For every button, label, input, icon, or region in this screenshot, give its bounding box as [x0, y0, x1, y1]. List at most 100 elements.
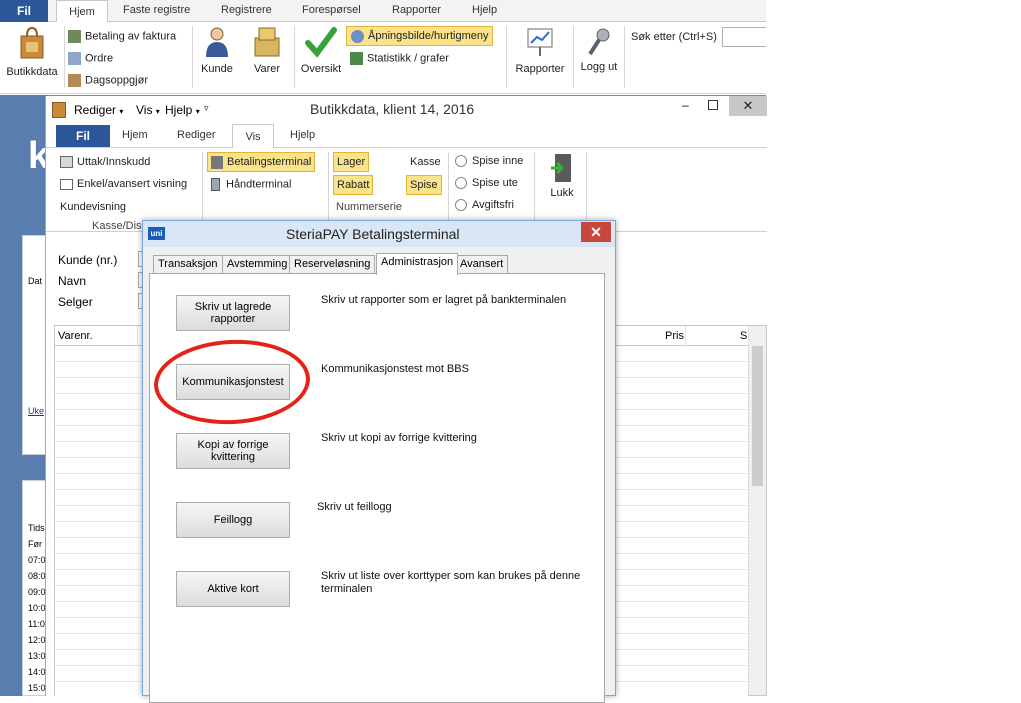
butikkdata-button[interactable]: Butikkdata [2, 26, 62, 78]
qat-rediger[interactable]: Rediger ▾ [74, 103, 123, 117]
oversikt-button[interactable]: Oversikt [298, 26, 344, 75]
aktive-kort-desc: Skriv ut liste over korttyper som kan br… [321, 570, 581, 595]
kommunikasjonstest-desc: Kommunikasjonstest mot BBS [321, 363, 469, 375]
side-label-uke[interactable]: Uke [28, 406, 44, 416]
kasse-button[interactable]: Kasse [410, 156, 441, 168]
feillogg-button[interactable]: Feillogg [176, 502, 290, 538]
logg-ut-label: Logg ut [580, 61, 618, 73]
chevron-down-icon: ▾ [119, 107, 124, 116]
col-varenr: Varenr. [58, 330, 93, 342]
scrollbar-thumb[interactable] [752, 346, 763, 486]
ribbon-separator [64, 26, 65, 88]
radio-icon [455, 177, 467, 190]
ribbon-separator [328, 152, 329, 226]
lukk-label: Lukk [550, 187, 574, 199]
tab-fil[interactable]: Fil [56, 125, 110, 147]
tab-hjelp[interactable]: Hjelp [472, 4, 497, 16]
tab-faste-registre[interactable]: Faste registre [123, 4, 190, 16]
order-icon [68, 52, 81, 65]
boxes-icon [254, 27, 280, 57]
selger-label: Selger [58, 295, 93, 309]
qat-customize-icon[interactable]: ▿ [204, 103, 209, 114]
feillogg-desc: Skriv ut feillogg [317, 501, 392, 513]
search-input[interactable] [722, 27, 766, 47]
qat-vis-label: Vis [136, 103, 153, 117]
invoice-icon [68, 30, 81, 43]
group-label-nummerserie: Nummerserie [336, 201, 403, 213]
radio-icon [455, 199, 467, 212]
kunde-button[interactable]: Kunde [196, 26, 238, 75]
tab-registrere[interactable]: Registrere [221, 4, 272, 16]
uttak-innskudd-button[interactable]: Uttak/Innskudd [60, 156, 150, 169]
avgiftsfri-radio[interactable]: Avgiftsfri [455, 199, 514, 212]
chart-icon [350, 52, 363, 65]
skriv-ut-lagrede-rapporter-button[interactable]: Skriv ut lagrede rapporter [176, 295, 290, 331]
side-time-0900: 09:0 [28, 587, 46, 597]
restore-icon[interactable] [708, 100, 718, 110]
spise-inne-label: Spise inne [472, 155, 524, 167]
grid-scrollbar[interactable] [748, 326, 766, 695]
lukk-button[interactable]: Lukk [542, 152, 582, 199]
ordre-button[interactable]: Ordre [68, 52, 113, 65]
ordre-label: Ordre [85, 52, 114, 65]
cash-register-icon [60, 156, 73, 169]
tab-administrasjon[interactable]: Administrasjon [376, 253, 459, 275]
oversikt-label: Oversikt [300, 63, 342, 75]
kundevisning-label: Kundevisning [60, 201, 127, 213]
tab-avstemming[interactable]: Avstemming [222, 255, 293, 274]
betalingsterminal-button[interactable]: Betalingsterminal [207, 152, 316, 172]
presentation-chart-icon [527, 28, 553, 56]
home-screen-icon [351, 29, 364, 43]
rapporter-button[interactable]: Rapporter [510, 26, 570, 75]
tab-foresporsel[interactable]: Forespørsel [302, 4, 361, 16]
dialog-title: SteriaPAY Betalingsterminal [286, 226, 460, 242]
spise-inne-radio[interactable]: Spise inne [455, 155, 524, 168]
kunde-label: Kunde [201, 63, 233, 75]
side-time-1100: 11:0 [28, 619, 45, 629]
side-time-1000: 10:0 [28, 603, 46, 613]
varer-button[interactable]: Varer [246, 26, 288, 75]
close-icon[interactable]: ✕ [581, 222, 611, 242]
handheld-terminal-icon [211, 178, 220, 191]
apningsbilde-label: Åpningsbilde/hurtigmeny [368, 30, 489, 42]
tab-rediger[interactable]: Rediger [177, 129, 216, 141]
group-label-kasse: Kasse/Dis [92, 220, 142, 232]
logg-ut-button[interactable]: Logg ut [578, 26, 620, 73]
navn-label: Navn [58, 274, 87, 288]
skriv-ut-lagrede-rapporter-desc: Skriv ut rapporter som er lagret på bank… [321, 294, 567, 306]
tab-hjelp[interactable]: Hjelp [290, 129, 315, 141]
dagsoppgjor-label: Dagsoppgjør [85, 74, 148, 87]
tab-vis[interactable]: Vis [232, 124, 274, 149]
handterminal-button[interactable]: Håndterminal [211, 178, 291, 191]
col-pris: Pris [665, 330, 684, 342]
tab-hjem[interactable]: Hjem [56, 0, 108, 23]
close-icon[interactable]: ✕ [729, 96, 767, 116]
tab-reservelosning[interactable]: Reserveløsning [289, 255, 376, 274]
ribbon-separator [586, 152, 587, 226]
tab-avansert[interactable]: Avansert [455, 255, 509, 274]
checkmark-icon [305, 27, 337, 58]
apningsbilde-button[interactable]: Åpningsbilde/hurtigmeny [346, 26, 494, 46]
minimize-icon[interactable]: – [682, 98, 689, 112]
kopi-forrige-kvittering-button[interactable]: Kopi av forrige kvittering [176, 433, 290, 469]
tab-hjem[interactable]: Hjem [122, 129, 148, 141]
enkel-avansert-button[interactable]: Enkel/avansert visning [60, 178, 187, 190]
tab-rapporter[interactable]: Rapporter [392, 4, 441, 16]
side-time-1300: 13:0 [28, 651, 46, 661]
tab-fil[interactable]: Fil [0, 0, 48, 22]
statistikk-button[interactable]: Statistikk / grafer [350, 52, 449, 65]
avgiftsfri-label: Avgiftsfri [472, 199, 514, 211]
payment-terminal-icon [211, 155, 223, 169]
ribbon-separator [534, 152, 535, 226]
qat-vis[interactable]: Vis ▾ [136, 103, 160, 117]
dagsoppgjor-button[interactable]: Dagsoppgjør [68, 74, 148, 87]
tab-transaksjon[interactable]: Transaksjon [153, 255, 223, 274]
spise-button[interactable]: Spise [406, 175, 442, 195]
spise-ute-radio[interactable]: Spise ute [455, 177, 518, 190]
aktive-kort-button[interactable]: Aktive kort [176, 571, 290, 607]
person-icon [206, 27, 228, 57]
betaling-faktura-button[interactable]: Betaling av faktura [68, 30, 176, 43]
lager-button[interactable]: Lager [333, 152, 370, 172]
qat-hjelp[interactable]: Hjelp ▾ [165, 103, 200, 117]
rabatt-button[interactable]: Rabatt [333, 175, 374, 195]
